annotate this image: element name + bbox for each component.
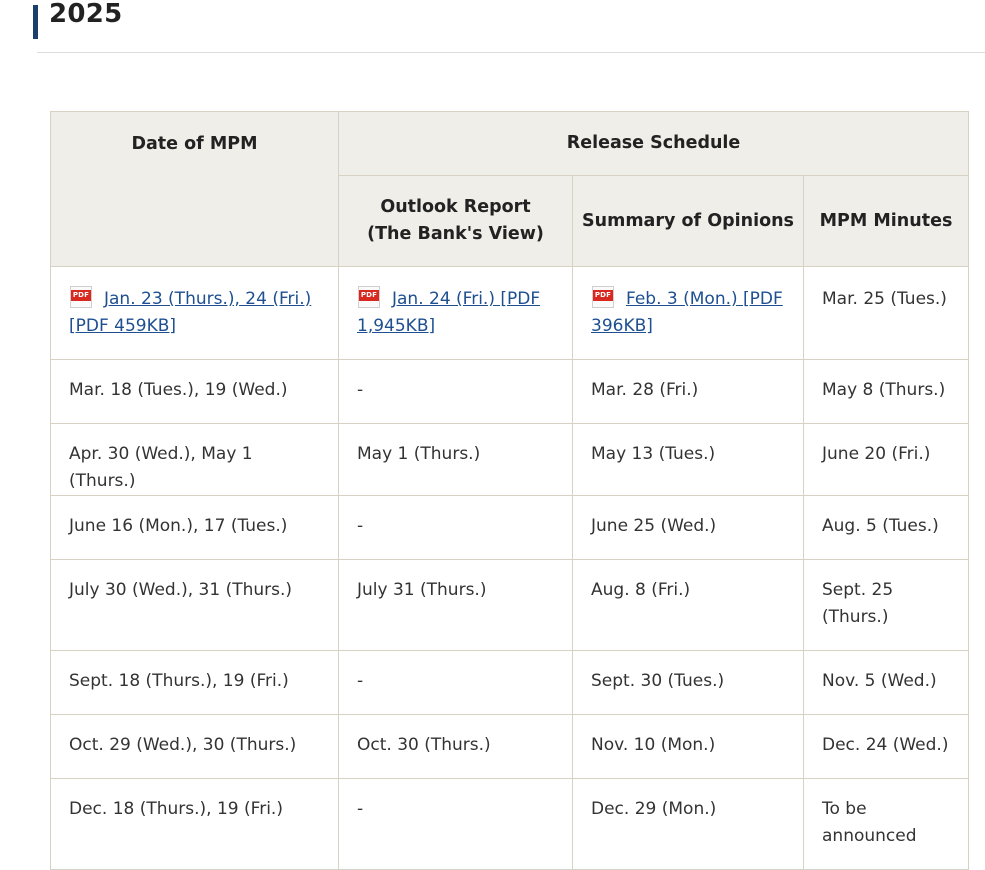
cell-summary: Dec. 29 (Mon.) — [572, 778, 804, 870]
cell-outlook: Oct. 30 (Thurs.) — [338, 714, 573, 779]
cell-outlook: - — [338, 778, 573, 870]
cell-outlook: PDF Jan. 24 (Fri.) [PDF 1,945KB] — [338, 266, 573, 360]
cell-minutes: To be announced — [802, 778, 970, 870]
header-date-of-mpm: Date of MPM — [50, 111, 339, 267]
header-mpm-minutes: MPM Minutes — [802, 175, 970, 267]
cell-date: Dec. 18 (Thurs.), 19 (Fri.) — [50, 778, 339, 870]
pdf-icon: PDF — [592, 286, 614, 308]
cell-minutes: Dec. 24 (Wed.) — [802, 714, 970, 779]
cell-summary: Aug. 8 (Fri.) — [572, 559, 804, 651]
table-row: Sept. 18 (Thurs.), 19 (Fri.) - Sept. 30 … — [50, 650, 970, 715]
header-outlook-report-line1: Outlook Report — [380, 197, 531, 217]
cell-date: Apr. 30 (Wed.), May 1 (Thurs.) — [50, 423, 339, 496]
heading-accent-bar — [33, 5, 38, 39]
cell-summary: June 25 (Wed.) — [572, 495, 804, 560]
cell-outlook: July 31 (Thurs.) — [338, 559, 573, 651]
pdf-link-label: Jan. 24 (Fri.) [PDF 1,945KB] — [357, 289, 541, 336]
section-title: 2025 — [49, 0, 123, 29]
cell-date: PDF Jan. 23 (Thurs.), 24 (Fri.) [PDF 459K… — [50, 266, 339, 360]
table-row: Apr. 30 (Wed.), May 1 (Thurs.) May 1 (Th… — [50, 423, 970, 496]
cell-minutes: Sept. 25 (Thurs.) — [802, 559, 970, 651]
cell-minutes: Mar. 25 (Tues.) — [802, 266, 970, 360]
cell-date: Sept. 18 (Thurs.), 19 (Fri.) — [50, 650, 339, 715]
cell-date: June 16 (Mon.), 17 (Tues.) — [50, 495, 339, 560]
table-row: PDF Jan. 23 (Thurs.), 24 (Fri.) [PDF 459K… — [50, 266, 970, 360]
pdf-link-label: Jan. 23 (Thurs.), 24 (Fri.) [PDF 459KB] — [69, 289, 312, 336]
cell-summary: May 13 (Tues.) — [572, 423, 804, 496]
header-release-schedule: Release Schedule — [337, 111, 970, 176]
pdf-icon: PDF — [358, 286, 380, 308]
cell-outlook: - — [338, 495, 573, 560]
cell-date: July 30 (Wed.), 31 (Thurs.) — [50, 559, 339, 651]
pdf-link-outlook-jan[interactable]: PDF Jan. 24 (Fri.) [PDF 1,945KB] — [357, 286, 541, 336]
pdf-icon: PDF — [70, 286, 92, 308]
cell-date: Oct. 29 (Wed.), 30 (Thurs.) — [50, 714, 339, 779]
cell-outlook: - — [338, 650, 573, 715]
mpm-schedule-table: Date of MPM Release Schedule Outlook Rep… — [50, 111, 970, 870]
cell-minutes: Aug. 5 (Tues.) — [802, 495, 970, 560]
header-outlook-report: Outlook Report (The Bank's View) — [338, 175, 573, 267]
pdf-link-mpm-jan[interactable]: PDF Jan. 23 (Thurs.), 24 (Fri.) [PDF 459K… — [69, 286, 312, 336]
pdf-link-label: Feb. 3 (Mon.) [PDF 396KB] — [591, 289, 783, 336]
table-row: Mar. 18 (Tues.), 19 (Wed.) - Mar. 28 (Fr… — [50, 359, 970, 424]
table-row: Dec. 18 (Thurs.), 19 (Fri.) - Dec. 29 (M… — [50, 778, 970, 870]
cell-date: Mar. 18 (Tues.), 19 (Wed.) — [50, 359, 339, 424]
cell-summary: Nov. 10 (Mon.) — [572, 714, 804, 779]
cell-minutes: June 20 (Fri.) — [802, 423, 970, 496]
table-row: July 30 (Wed.), 31 (Thurs.) July 31 (Thu… — [50, 559, 970, 651]
heading-divider — [37, 52, 985, 53]
cell-outlook: - — [338, 359, 573, 424]
header-outlook-report-line2: (The Bank's View) — [367, 224, 544, 244]
cell-minutes: May 8 (Thurs.) — [802, 359, 970, 424]
cell-minutes: Nov. 5 (Wed.) — [802, 650, 970, 715]
cell-summary: PDF Feb. 3 (Mon.) [PDF 396KB] — [572, 266, 804, 360]
table-row: June 16 (Mon.), 17 (Tues.) - June 25 (We… — [50, 495, 970, 560]
table-row: Oct. 29 (Wed.), 30 (Thurs.) Oct. 30 (Thu… — [50, 714, 970, 779]
cell-summary: Sept. 30 (Tues.) — [572, 650, 804, 715]
pdf-link-summary-feb[interactable]: PDF Feb. 3 (Mon.) [PDF 396KB] — [591, 286, 783, 336]
cell-outlook: May 1 (Thurs.) — [338, 423, 573, 496]
header-summary-of-opinions: Summary of Opinions — [572, 175, 804, 267]
section-heading: 2025 — [33, 0, 123, 39]
cell-summary: Mar. 28 (Fri.) — [572, 359, 804, 424]
